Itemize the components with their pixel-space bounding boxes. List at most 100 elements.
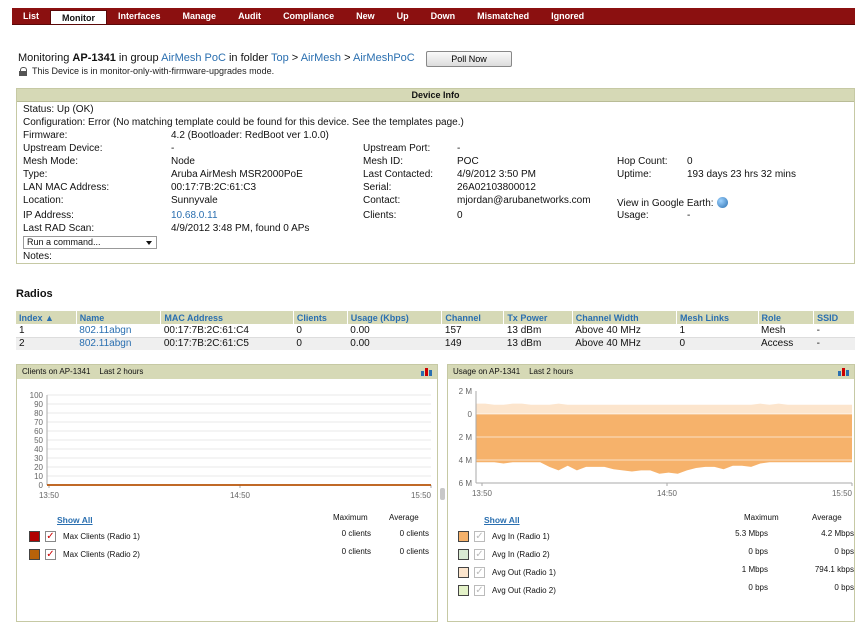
usage-show-all[interactable]: Show All bbox=[484, 515, 520, 525]
cell-channel: 149 bbox=[441, 337, 504, 350]
location-label: Location: bbox=[23, 195, 64, 206]
cell-role: Mesh bbox=[758, 324, 814, 338]
cell-clients: 0 bbox=[293, 324, 348, 338]
legend-checkbox[interactable]: ✓ bbox=[474, 531, 485, 542]
x-tick-label: 13:50 bbox=[39, 491, 60, 500]
show-all-link[interactable]: Show All bbox=[57, 515, 93, 525]
cell-usage-kbps: 0.00 bbox=[347, 324, 442, 338]
legend-maximum: 0 clients bbox=[341, 529, 371, 538]
y-tick-label: 80 bbox=[34, 409, 43, 418]
globe-icon[interactable] bbox=[716, 197, 728, 208]
legend-maximum: 0 bps bbox=[748, 547, 768, 556]
legend-label: Max Clients (Radio 2) bbox=[63, 550, 140, 559]
legend-label: Max Clients (Radio 1) bbox=[63, 532, 140, 541]
usage-label: Usage: bbox=[617, 210, 649, 221]
contact-value: mjordan@arubanetworks.com bbox=[457, 195, 591, 206]
column-header-index[interactable]: Index ▲ bbox=[16, 311, 77, 324]
folder-link-airmesh[interactable]: AirMesh bbox=[301, 52, 341, 64]
poll-now-button[interactable]: Poll Now bbox=[426, 51, 512, 67]
legend-checkbox[interactable]: ✓ bbox=[45, 531, 56, 542]
run-command-select[interactable]: Run a command... bbox=[23, 236, 157, 249]
type-label: Type: bbox=[23, 169, 48, 180]
usage-chart: 2 M 0 2 M 4 M 6 M13:50 14:50 15:50 bbox=[459, 387, 853, 498]
column-header-usage-kbps[interactable]: Usage (Kbps) bbox=[347, 311, 443, 324]
tab-compliance[interactable]: Compliance bbox=[272, 8, 345, 24]
column-header-role[interactable]: Role bbox=[758, 311, 815, 324]
firmware-label: Firmware: bbox=[23, 130, 68, 141]
legend-average: 0 bps bbox=[834, 547, 854, 556]
notes-label: Notes: bbox=[23, 251, 52, 262]
tab-list[interactable]: List bbox=[12, 8, 50, 24]
usage-chart-panel: Usage on AP-1341 Last 2 hours 2 M 0 2 M 4 M… bbox=[447, 364, 855, 622]
legend-average: 0 bps bbox=[834, 583, 854, 592]
y-tick-label: 10 bbox=[34, 472, 43, 481]
legend-swatch bbox=[458, 531, 469, 542]
column-header-mesh-links[interactable]: Mesh Links bbox=[676, 311, 759, 324]
x-tick-label: 15:50 bbox=[411, 491, 432, 500]
folder-link-airmeshpoc[interactable]: AirMeshPoC bbox=[353, 52, 415, 64]
mode-note-text: This Device is in monitor-only-with-firm… bbox=[32, 66, 275, 76]
chart-options-icon[interactable] bbox=[421, 368, 433, 376]
y-tick-label: 20 bbox=[34, 463, 43, 472]
rad-scan-label: Last RAD Scan: bbox=[23, 223, 95, 234]
column-header-ssid[interactable]: SSID bbox=[813, 311, 855, 324]
lan-mac-label: LAN MAC Address: bbox=[23, 182, 110, 193]
run-command-text: Run a command... bbox=[27, 237, 101, 247]
tab-ignored[interactable]: Ignored bbox=[540, 8, 595, 24]
y-tick-label: 4 M bbox=[459, 456, 473, 465]
legend-maximum: 1 Mbps bbox=[741, 565, 768, 574]
scrollbar-thumb[interactable] bbox=[440, 488, 445, 500]
clients-show-all[interactable]: Show All bbox=[57, 515, 93, 525]
ip-address-link[interactable]: 10.68.0.11 bbox=[171, 210, 218, 221]
group-link[interactable]: AirMesh PoC bbox=[161, 52, 226, 64]
serial-value: 26A02103800012 bbox=[457, 182, 536, 193]
tab-down[interactable]: Down bbox=[420, 8, 467, 24]
upstream-device-value: - bbox=[171, 143, 175, 154]
cell-tx-power: 13 dBm bbox=[503, 324, 573, 338]
top-nav: List Monitor Interfaces Manage Audit Complian… bbox=[12, 8, 855, 25]
upstream-port-value: - bbox=[457, 143, 461, 154]
tab-up[interactable]: Up bbox=[386, 8, 420, 24]
chart-options-icon[interactable] bbox=[838, 368, 850, 376]
column-header-tx-power[interactable]: Tx Power bbox=[503, 311, 573, 324]
y-tick-label: 0 bbox=[39, 481, 44, 490]
legend-swatch bbox=[458, 567, 469, 578]
column-header-mac-address[interactable]: MAC Address bbox=[160, 311, 294, 324]
folder-link-top[interactable]: Top bbox=[271, 52, 289, 64]
radio-name-link[interactable]: 802.11abgn bbox=[76, 337, 161, 350]
legend-checkbox[interactable]: ✓ bbox=[474, 549, 485, 560]
y-tick-label: 100 bbox=[30, 391, 44, 400]
legend-checkbox[interactable]: ✓ bbox=[474, 567, 485, 578]
column-header-channel[interactable]: Channel bbox=[441, 311, 505, 324]
legend-checkbox[interactable]: ✓ bbox=[474, 585, 485, 596]
in-group-text: in group bbox=[118, 52, 159, 64]
cell-channel-width: Above 40 MHz bbox=[572, 324, 677, 338]
cell-mac-address: 00:17:7B:2C:61:C4 bbox=[160, 324, 294, 338]
column-header-name[interactable]: Name bbox=[76, 311, 162, 324]
google-earth-link[interactable]: View in Google Earth: bbox=[617, 197, 728, 209]
legend-swatch bbox=[458, 549, 469, 560]
legend-average: 0 clients bbox=[399, 547, 429, 556]
mesh-id-label: Mesh ID: bbox=[363, 156, 404, 167]
radio-name-link[interactable]: 802.11abgn bbox=[76, 324, 161, 338]
last-contacted-value: 4/9/2012 3:50 PM bbox=[457, 169, 536, 180]
column-header-clients[interactable]: Clients bbox=[293, 311, 348, 324]
hop-count-label: Hop Count: bbox=[617, 156, 668, 167]
device-info-panel: Device Info Status: Up (OK) Configuratio… bbox=[16, 88, 855, 264]
tab-audit[interactable]: Audit bbox=[227, 8, 272, 24]
legend-label: Avg Out (Radio 2) bbox=[492, 586, 556, 595]
show-all-link[interactable]: Show All bbox=[484, 515, 520, 525]
tab-mismatched[interactable]: Mismatched bbox=[466, 8, 540, 24]
max-header: Maximum bbox=[744, 513, 779, 522]
tab-manage[interactable]: Manage bbox=[172, 8, 228, 24]
mesh-mode-value: Node bbox=[171, 156, 195, 167]
tab-monitor[interactable]: Monitor bbox=[50, 10, 108, 24]
tab-interfaces[interactable]: Interfaces bbox=[107, 8, 172, 24]
tab-new[interactable]: New bbox=[345, 8, 386, 24]
device-info-title: Device Info bbox=[17, 89, 854, 102]
column-header-channel-width[interactable]: Channel Width bbox=[572, 311, 677, 324]
legend-checkbox[interactable]: ✓ bbox=[45, 549, 56, 560]
mode-note: This Device is in monitor-only-with-firm… bbox=[18, 66, 274, 76]
x-tick-label: 13:50 bbox=[472, 489, 493, 498]
contact-label: Contact: bbox=[363, 195, 401, 206]
